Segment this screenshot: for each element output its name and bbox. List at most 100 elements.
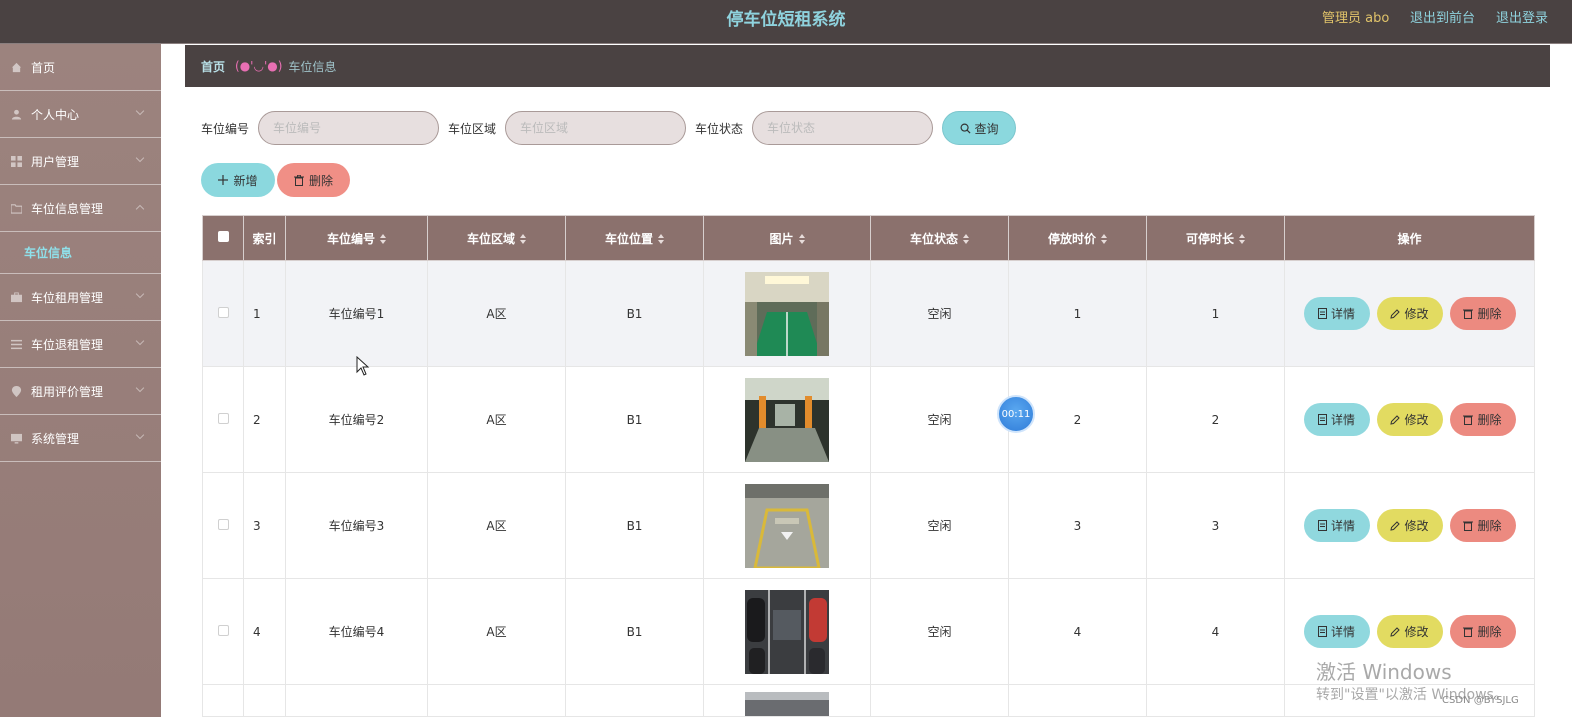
row-select-cell[interactable] xyxy=(202,366,244,473)
edit-button[interactable]: 修改 xyxy=(1376,615,1443,648)
cell-duration: 3 xyxy=(1146,472,1285,579)
table-row[interactable]: 2 车位编号2 A区 B1 空闲 2 2 详情 修改 删除 xyxy=(202,366,1535,473)
sort-icon[interactable] xyxy=(380,234,386,244)
area-input[interactable]: 车位区域 xyxy=(505,111,687,145)
folder-icon xyxy=(11,203,22,214)
breadcrumb-emoticon: (●'◡'●) xyxy=(235,59,283,73)
sidebar-item-review[interactable]: 租用评价管理 xyxy=(0,368,161,415)
table-row[interactable]: 3 车位编号3 A区 B1 空闲 3 3 详情 修改 删除 xyxy=(202,472,1535,579)
parking-photo-image[interactable] xyxy=(745,271,829,356)
query-button[interactable]: 查询 xyxy=(942,111,1017,145)
detail-button[interactable]: 详情 xyxy=(1303,297,1370,330)
detail-button[interactable]: 详情 xyxy=(1303,615,1370,648)
recording-timer-badge[interactable]: 00:11 xyxy=(997,395,1035,433)
document-icon xyxy=(1317,414,1327,425)
column-header[interactable]: 停放时价 xyxy=(1008,215,1147,261)
sidebar-item-users[interactable]: 用户管理 xyxy=(0,138,161,185)
cell-position: B1 xyxy=(565,366,704,473)
breadcrumb-home[interactable]: 首页 xyxy=(201,58,225,75)
back-to-front-link[interactable]: 退出到前台 xyxy=(1410,0,1475,38)
column-header[interactable]: 可停时长 xyxy=(1146,215,1285,261)
parking-photo-image[interactable] xyxy=(745,377,829,462)
admin-label: 管理员 abo xyxy=(1322,11,1390,26)
sidebar-item-label: 车位退租管理 xyxy=(31,337,104,352)
code-label: 车位编号 xyxy=(201,121,250,136)
parking-photo-image[interactable] xyxy=(745,692,829,716)
column-header: 操作 xyxy=(1284,215,1535,261)
sort-icon[interactable] xyxy=(520,234,526,244)
pencil-icon xyxy=(1390,626,1401,637)
top-bar: 停车位短租系统 管理员 abo 退出到前台 退出登录 xyxy=(0,0,1572,44)
cell-image xyxy=(703,260,871,367)
cell-price: 3 xyxy=(1008,472,1147,579)
cell-position: B1 xyxy=(565,578,704,685)
sidebar-item-home[interactable]: 首页 xyxy=(0,44,161,91)
trash-icon xyxy=(1463,627,1474,637)
bulk-delete-button[interactable]: 删除 xyxy=(277,163,350,197)
row-select-cell[interactable] xyxy=(202,578,244,685)
cell-position: B1 xyxy=(565,260,704,367)
select-all-cell[interactable] xyxy=(202,215,244,261)
status-label: 车位状态 xyxy=(695,121,744,136)
plus-icon xyxy=(218,175,229,185)
sort-icon[interactable] xyxy=(658,234,664,244)
sidebar-item-rental[interactable]: 车位租用管理 xyxy=(0,274,161,321)
select-all-checkbox[interactable] xyxy=(217,231,229,242)
row-select-cell[interactable] xyxy=(202,472,244,579)
delete-button[interactable]: 删除 xyxy=(1449,297,1516,330)
edit-button[interactable]: 修改 xyxy=(1376,403,1443,436)
logout-link[interactable]: 退出登录 xyxy=(1496,0,1548,38)
column-header[interactable]: 车位状态 xyxy=(870,215,1009,261)
cell-price: 1 xyxy=(1008,260,1147,367)
cell-area: A区 xyxy=(427,578,566,685)
status-input[interactable]: 车位状态 xyxy=(752,111,934,145)
column-header[interactable]: 车位编号 xyxy=(285,215,428,261)
add-button[interactable]: 新增 xyxy=(201,163,275,197)
column-header[interactable]: 车位位置 xyxy=(565,215,704,261)
cell-index: 3 xyxy=(243,472,286,579)
detail-button[interactable]: 详情 xyxy=(1303,509,1370,542)
parking-photo-image[interactable] xyxy=(745,483,829,568)
sidebar-item-return[interactable]: 车位退租管理 xyxy=(0,321,161,368)
parking-photo-image[interactable] xyxy=(745,589,829,674)
column-header[interactable]: 车位区域 xyxy=(427,215,566,261)
sort-icon[interactable] xyxy=(798,234,805,244)
edit-button[interactable]: 修改 xyxy=(1376,509,1443,542)
search-icon xyxy=(960,123,971,134)
sidebar-item-profile[interactable]: 个人中心 xyxy=(0,91,161,138)
detail-button[interactable]: 详情 xyxy=(1303,403,1370,436)
row-select-cell[interactable] xyxy=(202,684,244,717)
row-checkbox[interactable] xyxy=(217,412,229,424)
sort-icon[interactable] xyxy=(1239,234,1245,244)
sidebar-subitem-spot-info[interactable]: 车位信息 xyxy=(0,232,161,274)
mouse-cursor-icon xyxy=(356,356,370,376)
pencil-icon xyxy=(1390,414,1401,425)
row-select-cell[interactable] xyxy=(202,260,244,367)
cell-code: 车位编号4 xyxy=(285,578,428,685)
cell-code: 车位编号2 xyxy=(285,366,428,473)
sort-icon[interactable] xyxy=(963,234,969,244)
row-checkbox[interactable] xyxy=(217,306,229,318)
cell-code: 车位编号3 xyxy=(285,472,428,579)
trash-icon xyxy=(1463,309,1474,319)
cell-image xyxy=(703,366,871,473)
code-input[interactable]: 车位编号 xyxy=(258,111,440,145)
sidebar-item-spot-info[interactable]: 车位信息管理 xyxy=(0,185,161,232)
spot-table: 索引 车位编号 车位区域 车位位置 图片 车位状态 停放时价 可停时长 操作 1… xyxy=(202,215,1535,717)
edit-button[interactable]: 修改 xyxy=(1376,297,1443,330)
column-header[interactable]: 图片 xyxy=(703,215,871,261)
sidebar-item-system[interactable]: 系统管理 xyxy=(0,415,161,462)
sort-icon[interactable] xyxy=(1101,234,1107,244)
delete-button[interactable]: 删除 xyxy=(1449,615,1516,648)
cell-status: 空闲 xyxy=(870,472,1009,579)
row-checkbox[interactable] xyxy=(217,624,229,636)
location-pin-icon xyxy=(11,385,22,397)
csdn-credit: CSDN @BYSJLG xyxy=(1442,695,1519,706)
table-row[interactable]: 1 车位编号1 A区 B1 空闲 1 1 详情 修改 删除 xyxy=(202,260,1535,367)
delete-button[interactable]: 删除 xyxy=(1449,403,1516,436)
cell-index: 4 xyxy=(243,578,286,685)
row-checkbox[interactable] xyxy=(217,518,229,530)
trash-icon xyxy=(293,174,304,186)
sidebar-item-label: 个人中心 xyxy=(31,107,80,122)
delete-button[interactable]: 删除 xyxy=(1449,509,1516,542)
